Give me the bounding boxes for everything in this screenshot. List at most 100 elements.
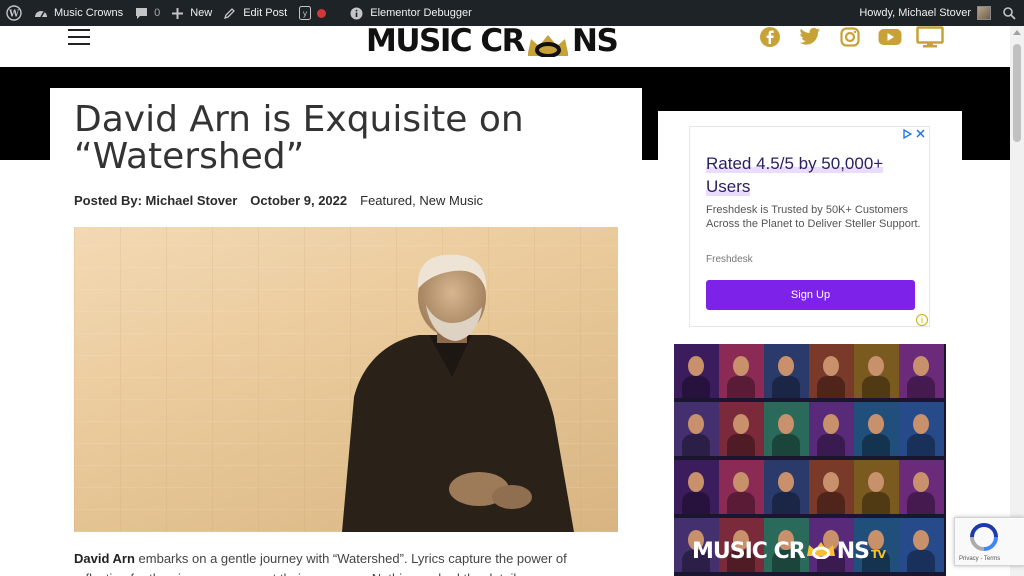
dashboard-icon <box>35 11 47 18</box>
ad-signup-button[interactable]: Sign Up <box>706 280 915 310</box>
collage-person <box>868 356 884 376</box>
collage-person <box>688 356 704 376</box>
collage-person-body <box>772 376 800 398</box>
collage-tile <box>899 518 944 572</box>
promo-logo-tv: TV <box>870 548 886 561</box>
category-link-new-music[interactable]: New Music <box>419 193 483 208</box>
crown-icon <box>806 542 835 560</box>
collage-person-body <box>682 434 710 456</box>
collage-person-body <box>727 434 755 456</box>
avatar <box>977 6 991 20</box>
svg-text:W: W <box>8 10 20 20</box>
collage-person-body <box>772 434 800 456</box>
ad-close-icon[interactable] <box>916 129 925 138</box>
collage-person <box>733 472 749 492</box>
collage-tile <box>809 402 854 456</box>
hamburger-bar <box>68 36 90 38</box>
collage-tile <box>719 344 764 398</box>
edit-post-link[interactable]: Edit Post <box>218 0 293 26</box>
collage-tile <box>764 460 809 514</box>
collage-person <box>688 472 704 492</box>
collage-tile <box>674 402 719 456</box>
collage-person <box>913 472 929 492</box>
hamburger-bar <box>68 43 90 45</box>
scroll-up-arrow-icon[interactable] <box>1013 30 1021 35</box>
intro-artist-name: David Arn <box>74 551 135 566</box>
wordpress-logo-icon[interactable]: W <box>0 0 28 26</box>
new-content-link[interactable]: New <box>166 0 218 26</box>
promo-logo-right: NS <box>836 539 870 564</box>
youtube-icon[interactable] <box>870 26 910 48</box>
recaptcha-icon <box>970 523 998 551</box>
intro-text: embarks on a gentle journey with “Waters… <box>74 551 567 576</box>
music-crowns-tv-promo[interactable]: MUSIC CR NS TV <box>674 344 946 576</box>
collage-person <box>778 414 794 434</box>
comments-link[interactable]: 0 <box>129 0 166 26</box>
collage-tile <box>764 402 809 456</box>
collage-person-body <box>907 550 935 572</box>
collage-tile <box>899 402 944 456</box>
post-meta: Posted By: Michael Stover October 9, 202… <box>74 193 483 208</box>
collage-person-body <box>817 492 845 514</box>
collage-person-body <box>727 376 755 398</box>
search-button[interactable] <box>997 0 1024 26</box>
svg-text:y: y <box>303 9 308 18</box>
collage-person <box>688 414 704 434</box>
collage-tile <box>719 402 764 456</box>
post-author-line: Posted By: Michael Stover <box>74 193 237 208</box>
edit-post-label: Edit Post <box>243 7 288 19</box>
collage-person <box>823 414 839 434</box>
comment-icon <box>136 7 148 19</box>
seo-status-dot <box>317 8 327 18</box>
featured-image <box>74 227 618 532</box>
category-link-featured[interactable]: Featured <box>360 193 412 208</box>
ad-info-icon[interactable]: i <box>916 314 928 326</box>
collage-tile <box>809 460 854 514</box>
collage-person <box>823 356 839 376</box>
collage-person-body <box>907 492 935 514</box>
hamburger-bar <box>68 29 90 31</box>
collage-person <box>913 414 929 434</box>
ad-description: Freshdesk is Trusted by 50K+ Customers A… <box>706 204 921 230</box>
page-scrollbar[interactable] <box>1010 26 1024 576</box>
ad-choices[interactable] <box>903 129 925 139</box>
collage-person <box>913 530 929 550</box>
collage-tile <box>899 460 944 514</box>
post-author[interactable]: Michael Stover <box>146 193 238 208</box>
ad-headline[interactable]: Rated 4.5/5 by 50,000+ Users <box>706 152 906 198</box>
posted-by-label: Posted By: <box>74 193 142 208</box>
post-date: October 9, 2022 <box>250 193 348 208</box>
site-logo[interactable]: MUSIC CR NS <box>366 26 619 58</box>
promo-logo: MUSIC CR NS TV <box>692 539 886 564</box>
instagram-icon[interactable] <box>830 26 870 48</box>
site-name-link[interactable]: Music Crowns <box>28 0 129 26</box>
collage-person-body <box>682 376 710 398</box>
recaptcha-terms[interactable]: Privacy - Terms <box>959 556 1000 562</box>
post-title: David Arn is Exquisite on “Watershed” <box>74 99 524 177</box>
collage-tile <box>764 344 809 398</box>
yoast-seo-icon[interactable]: y <box>293 0 338 26</box>
menu-toggle-button[interactable] <box>68 29 90 45</box>
collage-person <box>778 472 794 492</box>
recaptcha-badge[interactable]: Privacy - Terms <box>954 517 1024 566</box>
advertisement[interactable]: Rated 4.5/5 by 50,000+ Users Freshdesk i… <box>689 126 930 327</box>
collage-person-body <box>772 492 800 514</box>
site-header: MUSIC CR NS <box>0 26 1010 67</box>
collage-person <box>733 414 749 434</box>
facebook-icon[interactable] <box>750 26 790 48</box>
promo-logo-left: MUSIC CR <box>692 539 806 564</box>
scrollbar-thumb[interactable] <box>1013 44 1021 142</box>
tv-icon[interactable] <box>910 26 950 48</box>
collage-tile <box>809 344 854 398</box>
collage-person-body <box>862 376 890 398</box>
portrait-figure <box>342 254 574 532</box>
ad-choices-play-icon <box>903 129 912 139</box>
twitter-icon[interactable] <box>790 26 830 48</box>
collage-tile <box>719 460 764 514</box>
search-icon <box>1003 6 1016 20</box>
account-menu[interactable]: Howdy, Michael Stover <box>853 0 997 26</box>
new-label: New <box>190 7 213 19</box>
collage-person-body <box>907 434 935 456</box>
plus-icon <box>172 7 184 19</box>
comments-count: 0 <box>154 7 161 19</box>
